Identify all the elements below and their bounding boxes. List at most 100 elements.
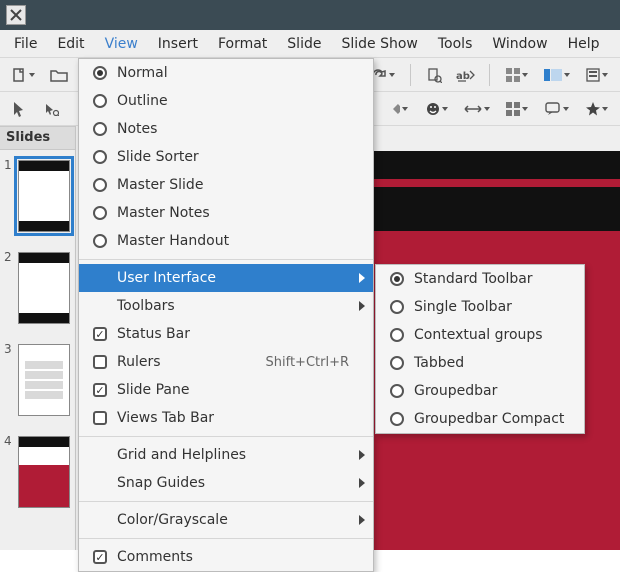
radio-icon — [93, 66, 107, 80]
menu-separator — [79, 501, 373, 502]
view-master-handout[interactable]: Master Handout — [79, 227, 373, 255]
radio-icon — [390, 356, 404, 370]
new-document-button[interactable] — [6, 62, 40, 88]
ui-tabbed[interactable]: Tabbed — [376, 349, 584, 377]
menu-slideshow[interactable]: Slide Show — [331, 33, 427, 55]
ui-groupedbar-compact[interactable]: Groupedbar Compact — [376, 405, 584, 433]
menu-tools[interactable]: Tools — [428, 33, 483, 55]
radio-icon — [390, 300, 404, 314]
view-master-slide[interactable]: Master Slide — [79, 171, 373, 199]
menu-slide[interactable]: Slide — [277, 33, 331, 55]
radio-icon — [390, 328, 404, 342]
toolbar-separator — [410, 64, 411, 86]
chevron-down-icon — [389, 73, 395, 77]
slides-panel: 1 2 3 4 — [0, 150, 76, 550]
radio-icon — [390, 272, 404, 286]
chevron-down-icon — [522, 73, 528, 77]
slide-number: 3 — [4, 342, 12, 356]
chevron-down-icon — [484, 107, 490, 111]
menu-separator — [79, 436, 373, 437]
grid-view-button[interactable] — [500, 62, 534, 88]
radio-icon — [390, 384, 404, 398]
view-status-bar[interactable]: Status Bar — [79, 320, 373, 348]
menu-format[interactable]: Format — [208, 33, 277, 55]
menu-view[interactable]: View — [95, 33, 148, 55]
slide-thumbnail[interactable]: 4 — [0, 426, 75, 518]
slide-thumbnail[interactable]: 1 — [0, 150, 75, 242]
view-color-grayscale[interactable]: Color/Grayscale — [79, 506, 373, 534]
callouts-button[interactable] — [540, 96, 574, 122]
radio-icon — [93, 178, 107, 192]
view-notes[interactable]: Notes — [79, 115, 373, 143]
view-outline[interactable]: Outline — [79, 87, 373, 115]
checkbox-icon — [93, 383, 107, 397]
menu-help[interactable]: Help — [558, 33, 610, 55]
user-interface-submenu: Standard Toolbar Single Toolbar Contextu… — [375, 264, 585, 434]
menu-insert[interactable]: Insert — [148, 33, 208, 55]
toolbar-separator — [489, 64, 490, 86]
slide-thumbnail[interactable]: 2 — [0, 242, 75, 334]
select-rect-button[interactable] — [38, 96, 64, 122]
basic-shapes-button[interactable] — [380, 96, 414, 122]
chevron-down-icon — [29, 73, 35, 77]
open-button[interactable] — [46, 62, 72, 88]
chevron-down-icon — [442, 107, 448, 111]
radio-icon — [93, 150, 107, 164]
view-slide-pane[interactable]: Slide Pane — [79, 376, 373, 404]
radio-icon — [93, 94, 107, 108]
ui-groupedbar[interactable]: Groupedbar — [376, 377, 584, 405]
radio-icon — [93, 206, 107, 220]
window-system-icon[interactable] — [6, 5, 26, 25]
paste-special-button[interactable] — [421, 62, 447, 88]
ui-contextual-groups[interactable]: Contextual groups — [376, 321, 584, 349]
slide-number: 2 — [4, 250, 12, 264]
arrows-button[interactable] — [460, 96, 494, 122]
chevron-down-icon — [402, 107, 408, 111]
view-grid-helplines[interactable]: Grid and Helplines — [79, 441, 373, 469]
view-normal[interactable]: Normal — [79, 59, 373, 87]
menubar: File Edit View Insert Format Slide Slide… — [0, 30, 620, 58]
menu-separator — [79, 259, 373, 260]
pointer-tool-button[interactable] — [6, 96, 32, 122]
chevron-down-icon — [564, 73, 570, 77]
view-snap-guides[interactable]: Snap Guides — [79, 469, 373, 497]
chevron-down-icon — [602, 73, 608, 77]
view-views-tab-bar[interactable]: Views Tab Bar — [79, 404, 373, 432]
slides-panel-header: Slides — [0, 126, 76, 150]
checkbox-icon — [93, 327, 107, 341]
view-slide-sorter[interactable]: Slide Sorter — [79, 143, 373, 171]
view-comments[interactable]: Comments — [79, 543, 373, 571]
slide-number: 4 — [4, 434, 12, 448]
view-toolbars[interactable]: Toolbars — [79, 292, 373, 320]
chevron-down-icon — [522, 107, 528, 111]
submenu-arrow-icon — [359, 515, 365, 525]
flowchart-button[interactable] — [500, 96, 534, 122]
slide-number: 1 — [4, 158, 12, 172]
view-user-interface[interactable]: User Interface — [79, 264, 373, 292]
chevron-down-icon — [563, 107, 569, 111]
menu-edit[interactable]: Edit — [47, 33, 94, 55]
shortcut-label: Shift+Ctrl+R — [266, 355, 350, 370]
checkbox-icon — [93, 550, 107, 564]
ui-standard-toolbar[interactable]: Standard Toolbar — [376, 265, 584, 293]
radio-icon — [93, 122, 107, 136]
submenu-arrow-icon — [359, 273, 365, 283]
layout-split-button[interactable] — [540, 62, 574, 88]
checkbox-icon — [93, 411, 107, 425]
checkbox-icon — [93, 355, 107, 369]
stars-button[interactable] — [580, 96, 614, 122]
ui-single-toolbar[interactable]: Single Toolbar — [376, 293, 584, 321]
chevron-down-icon — [602, 107, 608, 111]
view-master-notes[interactable]: Master Notes — [79, 199, 373, 227]
window-titlebar — [0, 0, 620, 30]
svg-text:ab: ab — [456, 71, 470, 82]
submenu-arrow-icon — [359, 478, 365, 488]
properties-button[interactable] — [580, 62, 614, 88]
view-rulers[interactable]: RulersShift+Ctrl+R — [79, 348, 373, 376]
menu-separator — [79, 538, 373, 539]
symbol-shapes-button[interactable] — [420, 96, 454, 122]
slide-thumbnail[interactable]: 3 — [0, 334, 75, 426]
find-replace-button[interactable]: ab — [453, 62, 479, 88]
menu-window[interactable]: Window — [482, 33, 557, 55]
menu-file[interactable]: File — [4, 33, 47, 55]
